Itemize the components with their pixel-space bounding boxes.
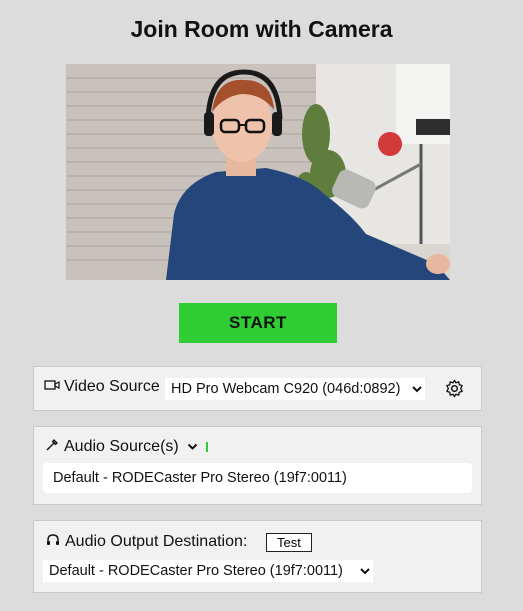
audio-source-field[interactable]: Default - RODECaster Pro Stereo (19f7:00… xyxy=(43,463,472,493)
headphones-icon xyxy=(46,533,60,551)
video-source-panel: Video Source HD Pro Webcam C920 (046d:08… xyxy=(33,366,482,411)
camera-preview xyxy=(66,64,450,280)
test-audio-button[interactable]: Test xyxy=(266,533,312,552)
video-source-label: Video Source xyxy=(64,378,160,395)
audio-output-panel: Audio Output Destination: Test Default -… xyxy=(33,520,482,593)
audio-level-meter xyxy=(205,442,208,452)
gear-icon[interactable] xyxy=(445,379,464,403)
audio-source-label: Audio Source(s) xyxy=(64,438,179,455)
page-title: Join Room with Camera xyxy=(130,16,393,42)
video-source-select[interactable]: HD Pro Webcam C920 (046d:0892) xyxy=(165,378,425,400)
audio-source-panel: Audio Source(s) Default - RODECaster Pro… xyxy=(33,426,482,505)
audio-source-value: Default - RODECaster Pro Stereo (19f7:00… xyxy=(53,470,347,486)
start-button[interactable]: START xyxy=(179,303,337,343)
audio-output-label: Audio Output Destination: xyxy=(65,533,248,550)
chevron-down-icon[interactable] xyxy=(187,438,198,456)
microphone-icon xyxy=(46,438,59,456)
audio-output-select[interactable]: Default - RODECaster Pro Stereo (19f7:00… xyxy=(43,560,373,582)
video-camera-icon xyxy=(44,378,60,396)
